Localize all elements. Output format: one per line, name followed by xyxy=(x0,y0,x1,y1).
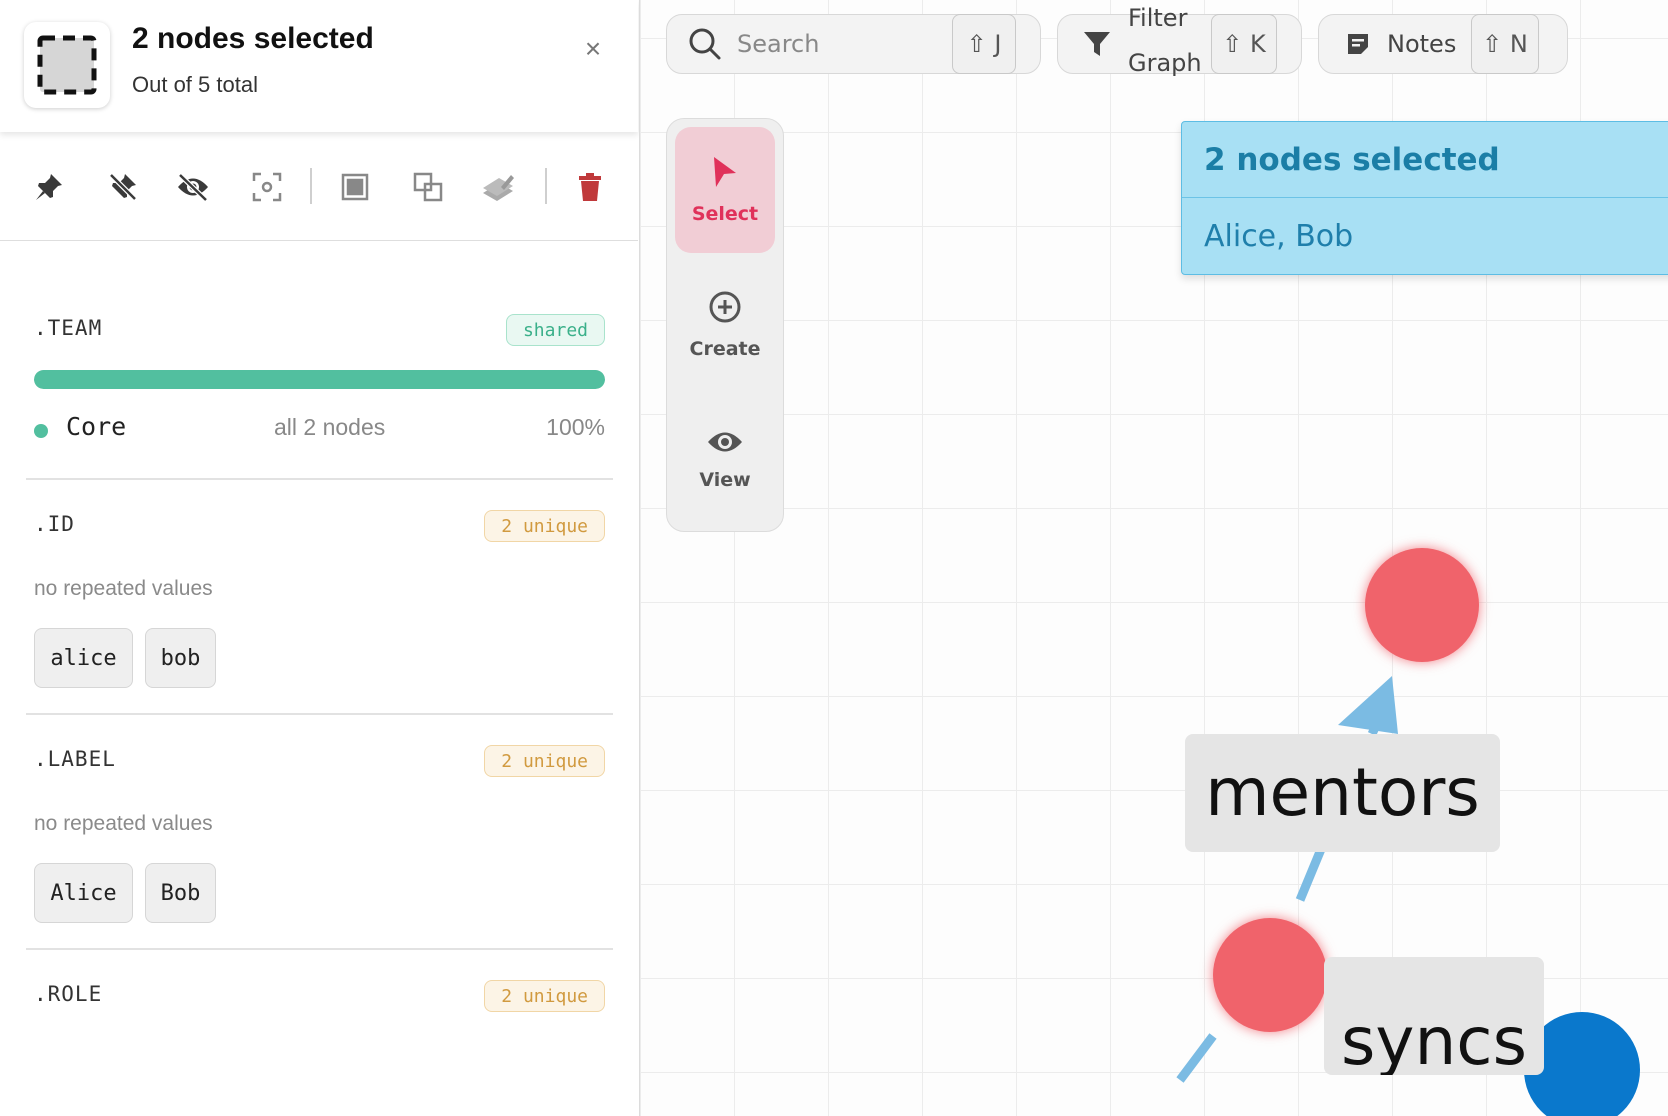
edit-icon[interactable] xyxy=(481,170,515,204)
team-count: all 2 nodes xyxy=(274,414,386,440)
filter-shortcut: ⇧ K xyxy=(1211,13,1277,74)
property-name: .TEAM xyxy=(34,316,103,340)
focus-icon[interactable] xyxy=(250,170,284,204)
no-repeated-note: no repeated values xyxy=(34,577,213,600)
hide-icon[interactable] xyxy=(176,170,210,204)
edge-arrowhead xyxy=(1338,676,1398,734)
sidebar-subtitle: Out of 5 total xyxy=(132,72,258,97)
team-value-row[interactable]: Core all 2 nodes 100% xyxy=(34,410,605,446)
team-share-bar xyxy=(34,370,605,389)
notes-button[interactable]: Notes ⇧ N xyxy=(1318,13,1568,74)
section-divider xyxy=(26,713,613,715)
search-icon xyxy=(689,28,721,60)
value-chip[interactable]: Bob xyxy=(145,863,216,923)
tooltip-title: 2 nodes selected xyxy=(1182,122,1668,198)
search-box[interactable]: Search ⇧ J xyxy=(666,13,1041,74)
cursor-icon xyxy=(714,157,736,187)
tool-create-label: Create xyxy=(689,338,761,360)
sidebar-header: 2 nodes selected Out of 5 total × xyxy=(0,0,638,132)
search-shortcut: ⇧ J xyxy=(952,13,1016,74)
notes-shortcut: ⇧ N xyxy=(1471,13,1539,74)
team-value: Core xyxy=(66,412,127,441)
toolbar-separator xyxy=(310,168,312,204)
value-chip[interactable]: bob xyxy=(145,628,216,688)
tool-palette: Select Create View xyxy=(666,118,784,532)
unique-badge: 2 unique xyxy=(484,510,605,542)
graph-edge-lower-left[interactable] xyxy=(1176,1033,1217,1083)
graph-node-alice[interactable] xyxy=(1365,548,1479,662)
ungroup-icon[interactable] xyxy=(411,170,445,204)
notes-label: Notes xyxy=(1387,30,1457,58)
unique-badge: 2 unique xyxy=(484,980,605,1012)
property-team: .TEAM shared Core all 2 nodes 100% xyxy=(26,300,613,480)
selection-icon xyxy=(24,22,110,108)
section-divider xyxy=(26,478,613,480)
unique-badge: 2 unique xyxy=(484,745,605,777)
value-chip[interactable]: Alice xyxy=(34,863,133,923)
unpin-icon[interactable] xyxy=(106,170,140,204)
value-chip[interactable]: alice xyxy=(34,628,133,688)
edge-label-syncs[interactable]: syncs xyxy=(1324,957,1544,1075)
graph-node-bob[interactable] xyxy=(1213,918,1327,1032)
team-color-dot xyxy=(34,424,48,438)
section-divider xyxy=(26,948,613,950)
property-name: .LABEL xyxy=(34,747,116,771)
tool-create[interactable]: Create xyxy=(675,262,775,388)
filter-label-line1: Filter xyxy=(1128,4,1188,32)
selection-sidebar: 2 nodes selected Out of 5 total × .TEAM … xyxy=(0,0,640,1116)
selection-tooltip: 2 nodes selected Alice, Bob xyxy=(1181,121,1668,275)
close-icon[interactable]: × xyxy=(578,33,608,64)
tooltip-body: Alice, Bob xyxy=(1204,218,1354,254)
filter-graph-button[interactable]: Filter Graph ⇧ K xyxy=(1057,4,1302,77)
tool-select[interactable]: Select xyxy=(675,127,775,253)
property-name: .ROLE xyxy=(34,982,103,1006)
team-share-bar-fill xyxy=(34,370,605,389)
tool-view-label: View xyxy=(699,469,751,491)
delete-icon[interactable] xyxy=(573,170,607,204)
pin-icon[interactable] xyxy=(32,170,66,204)
team-percent: 100% xyxy=(546,414,605,440)
tool-view[interactable]: View xyxy=(675,397,775,523)
sidebar-title: 2 nodes selected xyxy=(132,22,374,55)
property-name: .ID xyxy=(34,512,75,536)
search-input[interactable]: Search xyxy=(737,30,819,58)
sidebar-toolbar xyxy=(0,132,638,241)
group-icon[interactable] xyxy=(338,170,372,204)
notes-icon xyxy=(1348,34,1368,54)
filter-icon xyxy=(1084,32,1110,56)
toolbar-separator xyxy=(545,168,547,204)
filter-label-line2: Graph xyxy=(1128,49,1202,77)
tool-select-label: Select xyxy=(691,203,759,225)
edge-label-mentors[interactable]: mentors xyxy=(1185,734,1500,852)
no-repeated-note: no repeated values xyxy=(34,812,213,835)
eye-icon xyxy=(708,432,742,452)
shared-badge: shared xyxy=(505,314,605,346)
property-role: .ROLE 2 unique xyxy=(26,966,613,1066)
plus-circle-icon xyxy=(709,291,741,323)
